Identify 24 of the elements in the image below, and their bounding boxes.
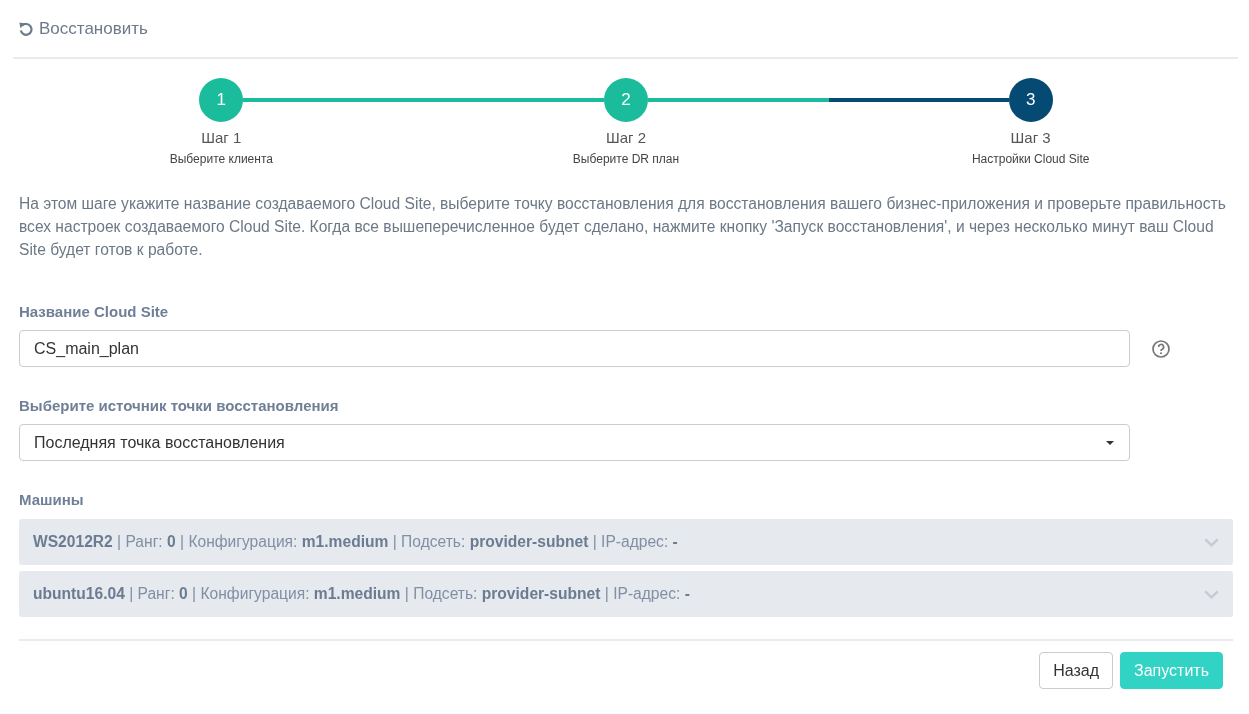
page-title: Восстановить	[39, 18, 148, 39]
step-circle: 3	[1008, 78, 1053, 122]
help-icon[interactable]	[1152, 339, 1170, 358]
step-title: Шаг 3	[1010, 129, 1051, 147]
step-circle: 2	[604, 78, 648, 122]
machine-summary: ubuntu16.04 | Ранг: 0 | Конфигурация: m1.medium | Подсеть: provider-subnet | IP-адрес: -	[33, 585, 690, 603]
step-circle: 1	[199, 78, 244, 122]
back-button[interactable]: Назад	[1039, 652, 1113, 689]
step-title: Шаг 1	[201, 129, 242, 147]
restore-point-dropdown[interactable]: Последняя точка восстановления	[19, 424, 1130, 461]
caret-icon	[1106, 440, 1114, 445]
circular-arrow-icon	[19, 21, 33, 36]
field-label: Название Cloud Site	[19, 303, 169, 321]
step-title: Шаг 2	[605, 129, 647, 147]
field-label: Выберите источник точки восстановления	[19, 397, 339, 415]
machine-row[interactable]: WS2012R2 | Ранг: 0 | Конфигурация: m1.medium | Подсеть: provider-subnet | IP-адрес: -	[19, 519, 1233, 565]
instructions-text: На этом шаге укажите название создаваемого Cloud Site, выберите точку восстановления для восстановления вашего бизнес-приложения и проверьте правильность всех настроек создаваемого Cloud Site. Когда все вышеперечисленное будет сделано, нажмите кнопку 'Запуск восстановления', и через несколько минут ваш Cloud Site будет готов к работе.	[19, 194, 1227, 260]
step-subtitle: Выберите DR план	[572, 152, 680, 167]
step-subtitle: Настройки Cloud Site	[971, 152, 1090, 167]
section-label: Машины	[19, 491, 84, 509]
name-input-field[interactable]: CS_main_plan	[19, 330, 1130, 367]
machine-row[interactable]: ubuntu16.04 | Ранг: 0 | Конфигурация: m1.medium | Подсеть: provider-subnet | IP-адрес: -	[19, 571, 1233, 617]
machine-summary: WS2012R2 | Ранг: 0 | Конфигурация: m1.medium | Подсеть: provider-subnet | IP-адрес: -	[33, 533, 678, 551]
step-subtitle: Выберите клиента	[169, 152, 273, 167]
